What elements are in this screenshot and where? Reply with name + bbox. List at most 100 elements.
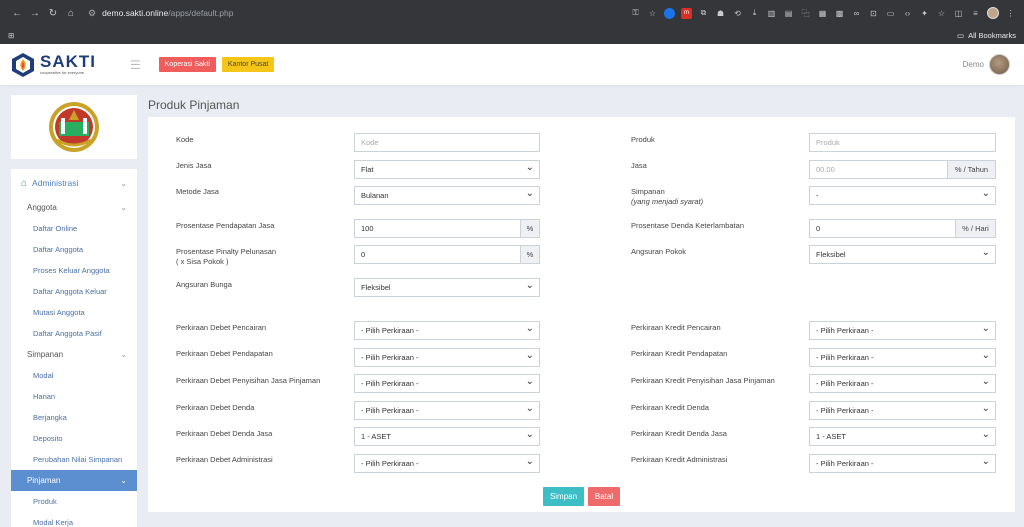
extension-icon[interactable]: ⧉ bbox=[698, 8, 709, 19]
debet-penyisihan-select[interactable]: - Pilih Perkiraan - bbox=[354, 374, 540, 393]
kredit-administrasi-label: Perkiraan Kredit Administrasi bbox=[631, 455, 728, 464]
qr-icon[interactable]: ▦ bbox=[817, 8, 828, 19]
kredit-administrasi-select[interactable]: - Pilih Perkiraan - bbox=[809, 454, 996, 473]
sidebar-icon[interactable]: ◫ bbox=[953, 8, 964, 19]
sidebar-item-daftar-anggota[interactable]: Daftar Anggota bbox=[11, 239, 137, 260]
denda-input[interactable]: 0 bbox=[809, 219, 956, 238]
address-bar[interactable]: ⚙ demo.sakti.online/apps/default.php bbox=[88, 8, 233, 19]
kode-input[interactable]: Kode bbox=[354, 133, 540, 152]
sidebar-item-daftar-online[interactable]: Daftar Online bbox=[11, 218, 137, 239]
reload-icon[interactable]: ↻ bbox=[44, 4, 62, 22]
sidebar-group-anggota[interactable]: Anggota ⌄ bbox=[11, 197, 137, 218]
angsuran-pokok-select[interactable]: Fleksibel bbox=[809, 245, 996, 264]
jasa-label: Jasa bbox=[631, 161, 647, 170]
debet-pencairan-select[interactable]: - Pilih Perkiraan - bbox=[354, 321, 540, 340]
site-settings-icon[interactable]: ⚙ bbox=[88, 8, 96, 19]
chevron-down-icon: ⌄ bbox=[120, 203, 127, 212]
chevron-down-icon: ⌄ bbox=[120, 476, 127, 485]
sidebar-item-anggota-keluar[interactable]: Daftar Anggota Keluar bbox=[11, 281, 137, 302]
debet-pendapatan-select[interactable]: - Pilih Perkiraan - bbox=[354, 348, 540, 367]
koperasi-button[interactable]: Koperasi Sakti bbox=[158, 57, 216, 72]
kredit-pencairan-select[interactable]: - Pilih Perkiraan - bbox=[809, 321, 996, 340]
sidebar-item-proses-keluar[interactable]: Proses Keluar Anggota bbox=[11, 260, 137, 281]
download-icon[interactable]: ⤓ bbox=[749, 8, 760, 19]
angsuran-pokok-label: Angsuran Pokok bbox=[631, 247, 687, 256]
produk-input[interactable]: Produk bbox=[809, 133, 996, 152]
debet-denda-select[interactable]: - Pilih Perkiraan - bbox=[354, 401, 540, 420]
extension-icon[interactable] bbox=[664, 7, 675, 19]
home-icon[interactable]: ⌂ bbox=[62, 4, 80, 22]
sidebar-group-pinjaman[interactable]: Pinjaman ⌄ bbox=[11, 470, 137, 491]
bookmarks-bar: ⊞ ▭ All Bookmarks bbox=[0, 26, 1024, 44]
extension-icon[interactable]: ▭ bbox=[885, 8, 896, 19]
browser-chrome: ← → ↻ ⌂ ⚙ demo.sakti.online/apps/default… bbox=[0, 0, 1024, 44]
angsuran-bunga-select[interactable]: Fleksibel bbox=[354, 278, 540, 297]
sidebar-item-perubahan-nilai[interactable]: Perubahan Nilai Simpanan bbox=[11, 449, 137, 470]
house-icon: ⌂ bbox=[21, 177, 28, 189]
link-icon[interactable]: ∞ bbox=[851, 8, 862, 19]
sidebar-item-berjangka[interactable]: Berjangka bbox=[11, 407, 137, 428]
sidebar-item-produk[interactable]: Produk bbox=[11, 491, 137, 512]
kredit-pendapatan-select[interactable]: - Pilih Perkiraan - bbox=[809, 348, 996, 367]
apps-grid-icon[interactable]: ⊞ bbox=[8, 31, 14, 40]
translate-icon[interactable]: ⿻ bbox=[800, 8, 811, 19]
metode-jasa-select[interactable]: Bulanan bbox=[354, 186, 540, 205]
sidebar-menu: ⌂ Administrasi ⌄ Anggota ⌄ Daftar Online… bbox=[11, 169, 137, 527]
kredit-denda-jasa-select[interactable]: 1 - ASET bbox=[809, 427, 996, 446]
pendapatan-unit-addon: % bbox=[520, 219, 540, 238]
jenis-jasa-select[interactable]: Flat bbox=[354, 160, 540, 179]
extension-icon[interactable]: ⊡ bbox=[868, 8, 879, 19]
star-icon[interactable]: ☆ bbox=[647, 8, 658, 19]
extension-icon[interactable]: m bbox=[681, 7, 692, 19]
pinalty-input[interactable]: 0 bbox=[354, 245, 521, 264]
extension-icon[interactable]: ☗ bbox=[715, 8, 726, 19]
all-bookmarks[interactable]: ▭ All Bookmarks bbox=[957, 31, 1016, 40]
user-menu[interactable]: Demo bbox=[963, 54, 1010, 75]
kredit-penyisihan-label: Perkiraan Kredit Penyisihan Jasa Pinjama… bbox=[631, 376, 775, 385]
sidebar-item-modal[interactable]: Modal bbox=[11, 365, 137, 386]
sidebar-group-simpanan[interactable]: Simpanan ⌄ bbox=[11, 344, 137, 365]
kredit-penyisihan-select[interactable]: - Pilih Perkiraan - bbox=[809, 374, 996, 393]
denda-label: Prosentase Denda Keterlambatan bbox=[631, 221, 744, 230]
forward-icon[interactable]: → bbox=[26, 4, 44, 22]
sidebar-item-deposito[interactable]: Deposito bbox=[11, 428, 137, 449]
menu-dots-icon[interactable]: ⋮ bbox=[1005, 8, 1016, 19]
page-title: Produk Pinjaman bbox=[148, 98, 240, 112]
kredit-pendapatan-label: Perkiraan Kredit Pendapatan bbox=[631, 349, 728, 358]
sidebar-section-administrasi[interactable]: ⌂ Administrasi ⌄ bbox=[11, 169, 137, 197]
hamburger-menu-icon[interactable]: ☰ bbox=[130, 58, 141, 72]
pinalty-sublabel: ( x Sisa Pokok ) bbox=[176, 257, 229, 266]
sidebar-item-anggota-pasif[interactable]: Daftar Anggota Pasif bbox=[11, 323, 137, 344]
debet-denda-label: Perkiraan Debet Denda bbox=[176, 403, 255, 412]
jasa-input[interactable]: 00.00 bbox=[809, 160, 948, 179]
simpanan-select[interactable]: - bbox=[809, 186, 996, 205]
kredit-denda-select[interactable]: - Pilih Perkiraan - bbox=[809, 401, 996, 420]
debet-denda-jasa-select[interactable]: 1 - ASET bbox=[354, 427, 540, 446]
save-button[interactable]: Simpan bbox=[543, 487, 584, 506]
key-icon[interactable]: ⚿ bbox=[630, 8, 641, 19]
sidebar-item-modal-kerja[interactable]: Modal Kerja bbox=[11, 512, 137, 527]
bookmark-star-icon[interactable]: ☆ bbox=[936, 8, 947, 19]
browser-toolbar: ← → ↻ ⌂ ⚙ demo.sakti.online/apps/default… bbox=[0, 0, 1024, 26]
profile-icon[interactable] bbox=[987, 7, 999, 19]
debet-administrasi-select[interactable]: - Pilih Perkiraan - bbox=[354, 454, 540, 473]
back-icon[interactable]: ← bbox=[8, 4, 26, 22]
extension-icon[interactable]: ▤ bbox=[783, 8, 794, 19]
sidebar-item-harian[interactable]: Harian bbox=[11, 386, 137, 407]
angsuran-bunga-label: Angsuran Bunga bbox=[176, 280, 232, 289]
media-icon[interactable]: ≡ bbox=[970, 8, 981, 19]
trash-icon[interactable]: ▥ bbox=[766, 8, 777, 19]
debet-administrasi-label: Perkiraan Debet Administrasi bbox=[176, 455, 273, 464]
product-form-panel: Kode Kode Produk Produk Jenis Jasa Flat … bbox=[148, 117, 1015, 512]
kantor-button[interactable]: Kantor Pusat bbox=[221, 57, 275, 72]
avatar bbox=[989, 54, 1010, 75]
code-icon[interactable]: ‹› bbox=[902, 8, 913, 19]
pendapatan-input[interactable]: 100 bbox=[354, 219, 521, 238]
grid-icon[interactable]: ▩ bbox=[834, 8, 845, 19]
sidebar-item-mutasi[interactable]: Mutasi Anggota bbox=[11, 302, 137, 323]
puzzle-icon[interactable]: ✦ bbox=[919, 8, 930, 19]
history-icon[interactable]: ⟲ bbox=[732, 8, 743, 19]
logo[interactable]: SAKTI cooperative for everyone bbox=[10, 52, 110, 78]
cancel-button[interactable]: Batal bbox=[588, 487, 620, 506]
debet-pencairan-label: Perkiraan Debet Pencairan bbox=[176, 323, 267, 332]
